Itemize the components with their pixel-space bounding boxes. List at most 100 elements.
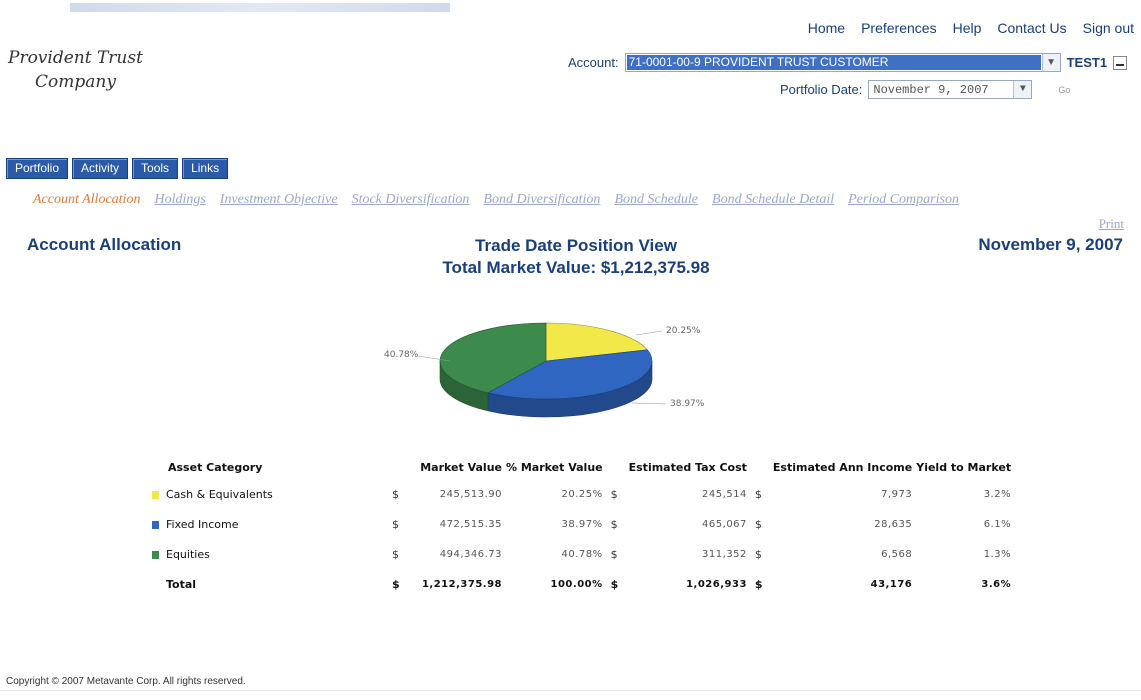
table-total-row: Total $ 1,212,375.98 100.00% $ 1,026,933…: [150, 569, 1013, 599]
row-category: Equities: [150, 539, 390, 569]
row-category: Fixed Income: [150, 509, 390, 539]
subnav-bond-schedule[interactable]: Bond Schedule: [614, 192, 698, 208]
row-pct-market-value: 38.97%: [561, 518, 603, 530]
table-row: Fixed Income $ 472,515.35 38.97% $ 465,0…: [150, 509, 1013, 539]
portfolio-date-row: Portfolio Date: November 9, 2007 ▼ Go: [780, 80, 1070, 99]
subnav-investment-objective[interactable]: Investment Objective: [220, 192, 338, 208]
currency-symbol: $: [392, 487, 399, 501]
go-button[interactable]: Go: [1058, 85, 1070, 95]
row-category-name: Equities: [166, 547, 210, 561]
pie-label-equities: 40.78%: [384, 350, 419, 360]
nav-home-link[interactable]: Home: [808, 20, 845, 36]
portfolio-date-value: November 9, 2007: [873, 82, 989, 97]
total-label: Total: [166, 577, 197, 591]
total-yield: 3.6%: [981, 578, 1012, 590]
pie-leader-line-0: [635, 330, 663, 336]
browser-top-strip: [70, 3, 450, 12]
total-market-value: 1,212,375.98: [421, 578, 502, 590]
col-asset-category: Asset Category: [168, 460, 263, 474]
portfolio-date-label: Portfolio Date:: [780, 82, 863, 97]
minimize-icon[interactable]: [1113, 55, 1128, 70]
currency-symbol: $: [392, 517, 399, 531]
currency-symbol: $: [754, 517, 762, 531]
currency-symbol: $: [610, 517, 618, 531]
row-est-ann-income: 28,635: [874, 518, 913, 530]
subnav-period-comparison[interactable]: Period Comparison: [848, 192, 959, 208]
row-market-value: 472,515.35: [439, 518, 502, 530]
top-navigation: Home Preferences Help Contact Us Sign ou…: [808, 20, 1134, 36]
nav-preferences-link[interactable]: Preferences: [861, 20, 936, 36]
currency-symbol: $: [754, 547, 762, 561]
total-est-tax-cost: 1,026,933: [686, 578, 747, 590]
tab-tools[interactable]: Tools: [132, 158, 179, 179]
legend-swatch: [152, 490, 159, 499]
total-est-ann-income: 43,176: [870, 578, 913, 590]
chevron-down-icon[interactable]: ▼: [1041, 54, 1060, 71]
row-market-value: 245,513.90: [439, 488, 502, 500]
row-est-tax-cost: 311,352: [702, 548, 747, 560]
row-est-ann-income: 7,973: [881, 488, 913, 500]
subnav-holdings[interactable]: Holdings: [154, 192, 205, 208]
col-est-ann-income: Estimated Ann Income: [772, 460, 913, 474]
subnav-account-allocation[interactable]: Account Allocation: [33, 192, 140, 208]
row-category: Cash & Equivalents: [150, 479, 390, 509]
footer-divider: [0, 690, 1141, 691]
account-label: Account:: [568, 55, 619, 70]
account-select[interactable]: 71-0001-00-9 PROVIDENT TRUST CUSTOMER ▼: [624, 53, 1061, 72]
row-est-ann-income: 6,568: [881, 548, 913, 560]
company-logo: Provident Trust Company: [8, 46, 178, 94]
allocation-pie-chart: 20.25% 38.97% 40.78%: [380, 315, 720, 435]
col-currency-spacer: [605, 455, 627, 479]
logo-line-1: Provident Trust: [8, 48, 143, 68]
pie-leader-line-1: [631, 402, 667, 405]
copyright-footer: Copyright © 2007 Metavante Corp. All rig…: [6, 676, 246, 687]
legend-swatch: [152, 520, 159, 529]
legend-swatch: [152, 550, 159, 559]
main-tabs: Portfolio Activity Tools Links: [6, 158, 229, 179]
subnav-bond-diversification[interactable]: Bond Diversification: [483, 192, 600, 208]
print-link[interactable]: Print: [1099, 216, 1124, 232]
currency-symbol: $: [610, 577, 619, 591]
nav-signout-link[interactable]: Sign out: [1083, 20, 1134, 36]
table-header-row: Asset Category Market Value % Market Val…: [150, 455, 1013, 479]
account-selected-value: 71-0001-00-9 PROVIDENT TRUST CUSTOMER: [626, 55, 1041, 70]
row-yield: 1.3%: [983, 548, 1012, 560]
total-pct-market-value: 100.00%: [550, 578, 603, 590]
view-title-block: Trade Date Position View Total Market Va…: [376, 235, 776, 279]
logo-line-2: Company: [35, 72, 116, 92]
nav-help-link[interactable]: Help: [953, 20, 982, 36]
tab-links[interactable]: Links: [182, 158, 229, 179]
row-market-value: 494,346.73: [439, 548, 502, 560]
col-yield-to-market: Yield to Market: [916, 460, 1012, 474]
row-yield: 6.1%: [983, 518, 1012, 530]
row-yield: 3.2%: [983, 488, 1012, 500]
tab-portfolio[interactable]: Portfolio: [6, 158, 69, 179]
row-pct-market-value: 20.25%: [561, 488, 603, 500]
currency-symbol: $: [392, 547, 399, 561]
col-currency-spacer: [749, 455, 771, 479]
user-id: TEST1: [1066, 55, 1108, 70]
row-pct-market-value: 40.78%: [561, 548, 603, 560]
col-currency-spacer: [390, 455, 412, 479]
view-title: Trade Date Position View: [475, 236, 677, 255]
row-category-name: Cash & Equivalents: [166, 487, 273, 501]
table-row: Cash & Equivalents $ 245,513.90 20.25% $…: [150, 479, 1013, 509]
chevron-down-icon[interactable]: ▼: [1013, 81, 1032, 98]
col-est-tax-cost: Estimated Tax Cost: [628, 460, 747, 474]
table-row: Equities $ 494,346.73 40.78% $ 311,352 $…: [150, 539, 1013, 569]
subnav-bond-schedule-detail[interactable]: Bond Schedule Detail: [712, 192, 834, 208]
subnav-stock-diversification[interactable]: Stock Diversification: [352, 192, 470, 208]
row-est-tax-cost: 465,067: [702, 518, 747, 530]
currency-symbol: $: [392, 577, 400, 591]
report-date: November 9, 2007: [978, 235, 1123, 254]
nav-contact-link[interactable]: Contact Us: [997, 20, 1066, 36]
account-row: Account: 71-0001-00-9 PROVIDENT TRUST CU…: [568, 53, 1128, 72]
currency-symbol: $: [610, 487, 618, 501]
tab-activity[interactable]: Activity: [72, 158, 129, 179]
section-title: Account Allocation: [27, 235, 182, 254]
allocation-table: Asset Category Market Value % Market Val…: [150, 455, 1013, 599]
col-pct-market-value: % Market Value: [506, 460, 603, 474]
portfolio-date-select[interactable]: November 9, 2007 ▼: [868, 80, 1033, 99]
currency-symbol: $: [754, 487, 762, 501]
total-market-value: Total Market Value: $1,212,375.98: [442, 258, 710, 277]
